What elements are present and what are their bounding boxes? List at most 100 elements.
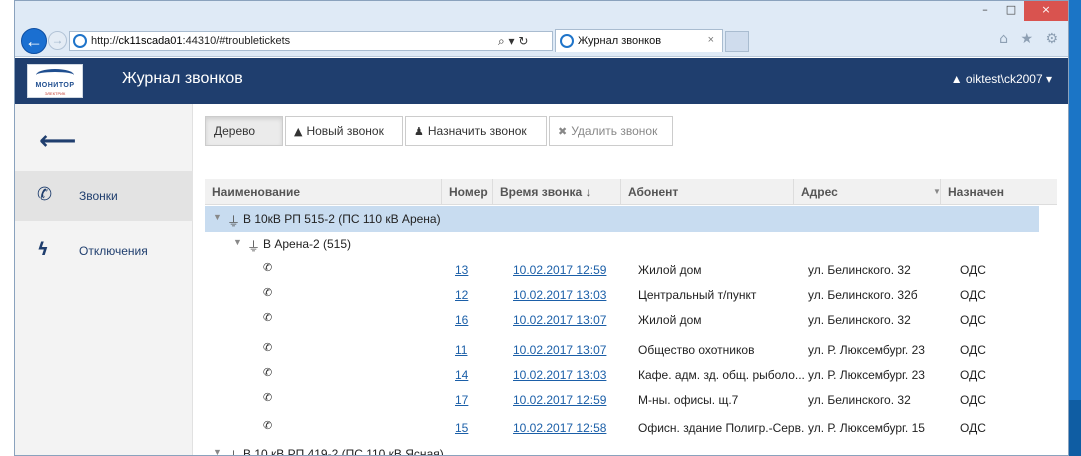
- arrow-left-icon[interactable]: ⟵: [39, 126, 76, 156]
- table-row[interactable]: ✆ 11 10.02.2017 13:07 Общество охотников…: [205, 339, 1039, 363]
- table-row[interactable]: ✆ 17 10.02.2017 12:59 М-ны. офисы. щ.7 у…: [205, 389, 1039, 413]
- new-call-button[interactable]: ▲ Новый звонок: [285, 116, 403, 146]
- call-number-link[interactable]: 13: [455, 263, 468, 277]
- call-number-link[interactable]: 15: [455, 421, 468, 435]
- call-number-link[interactable]: 12: [455, 288, 468, 302]
- logo: МОНИТОР ЭЛЕКТРИК: [27, 64, 83, 98]
- browser-chrome: – □ × ← → http://ck11scada01:44310/#trou…: [15, 1, 1068, 57]
- address-cell: ул. Белинского. 32: [808, 263, 911, 277]
- column-assigned[interactable]: Назначен: [940, 179, 1057, 205]
- minimize-button[interactable]: –: [972, 1, 998, 21]
- user-name: oiktest\ck2007: [965, 72, 1043, 86]
- call-time-link[interactable]: 10.02.2017 13:03: [513, 368, 606, 382]
- call-time-link[interactable]: 10.02.2017 12:59: [513, 393, 606, 407]
- address-cell: ул. Белинского. 32б: [808, 288, 918, 302]
- assigned-cell: ОДС: [960, 343, 986, 357]
- phone-icon: ✆: [263, 261, 273, 274]
- assigned-cell: ОДС: [960, 393, 986, 407]
- assigned-cell: ОДС: [960, 368, 986, 382]
- column-number[interactable]: Номер: [441, 179, 492, 205]
- sidebar-item-label: Отключения: [79, 244, 148, 258]
- new-tab-button[interactable]: [725, 31, 749, 52]
- delete-call-button[interactable]: ✖ Удалить звонок: [549, 116, 673, 146]
- call-time-link[interactable]: 10.02.2017 12:58: [513, 421, 606, 435]
- phone-icon: ✆: [37, 184, 53, 205]
- call-number-link[interactable]: 16: [455, 313, 468, 327]
- call-time-link[interactable]: 10.02.2017 13:03: [513, 288, 606, 302]
- sidebar-item-label: Звонки: [79, 189, 118, 203]
- tree-row-group[interactable]: ▼ ⏚ В 10кВ РП 515-2 (ПС 110 кВ Арена): [205, 206, 1039, 232]
- address-cell: ул. Р. Люксембург. 15: [808, 421, 925, 435]
- maximize-button[interactable]: □: [998, 1, 1024, 21]
- address-cell: ул. Р. Люксембург. 23: [808, 343, 925, 357]
- logo-text: МОНИТОР: [35, 82, 75, 89]
- address-cell: ул. Р. Люксембург. 23: [808, 368, 925, 382]
- expand-triangle-icon[interactable]: ▼: [233, 237, 242, 247]
- close-icon: ✖: [558, 125, 568, 138]
- tree-row-subgroup[interactable]: ▼ ⏚ В Арена-2 (515): [205, 232, 1039, 255]
- column-name[interactable]: Наименование: [205, 179, 441, 205]
- tree-row-label: В 10 кВ РП 419-2 (ПС 110 кВ Ясная): [243, 447, 444, 456]
- expand-triangle-icon[interactable]: ▼: [213, 212, 222, 222]
- table-header: Наименование Номер Время звонка ↓ Абонен…: [205, 179, 1057, 205]
- subscriber-cell: Кафе. адм. зд. общ. рыболо...: [638, 368, 805, 382]
- phone-icon: ✆: [263, 419, 273, 432]
- address-text: http://ck11scada01:44310/#troubletickets: [91, 35, 291, 47]
- subscriber-cell: Общество охотников: [638, 343, 755, 357]
- new-call-label: Новый звонок: [306, 124, 384, 138]
- table-row[interactable]: ✆ 14 10.02.2017 13:03 Кафе. адм. зд. общ…: [205, 364, 1039, 388]
- address-cell: ул. Белинского. 32: [808, 393, 911, 407]
- assigned-cell: ОДС: [960, 263, 986, 277]
- table-row[interactable]: ✆ 15 10.02.2017 12:58 Офисн. здание Поли…: [205, 417, 1039, 441]
- subscriber-cell: Центральный т/пункт: [638, 288, 757, 302]
- assign-call-button[interactable]: ♟ Назначить звонок: [405, 116, 547, 146]
- tab-site-icon: [560, 34, 574, 48]
- back-button[interactable]: ←: [21, 28, 47, 54]
- call-number-link[interactable]: 14: [455, 368, 468, 382]
- call-time-link[interactable]: 10.02.2017 13:07: [513, 313, 606, 327]
- call-time-link[interactable]: 10.02.2017 12:59: [513, 263, 606, 277]
- tree-button-label: Дерево: [214, 124, 256, 138]
- subscriber-cell: Жилой дом: [638, 313, 702, 327]
- expand-triangle-icon[interactable]: ▼: [213, 447, 222, 455]
- logo-wave: [36, 69, 74, 81]
- assigned-cell: ОДС: [960, 421, 986, 435]
- subscriber-cell: М-ны. офисы. щ.7: [638, 393, 739, 407]
- sidebar-item-outages[interactable]: ϟ Отключения: [15, 226, 193, 276]
- switch-icon: ⏚: [227, 215, 241, 230]
- desktop-background-edge: [1068, 400, 1081, 456]
- assigned-cell: ОДС: [960, 288, 986, 302]
- address-bar[interactable]: http://ck11scada01:44310/#troubletickets…: [69, 31, 553, 51]
- column-subscriber[interactable]: Абонент: [620, 179, 793, 205]
- address-cell: ул. Белинского. 32: [808, 313, 911, 327]
- call-time-link[interactable]: 10.02.2017 13:07: [513, 343, 606, 357]
- table-row[interactable]: ✆ 13 10.02.2017 12:59 Жилой дом ул. Бели…: [205, 259, 1039, 283]
- bell-icon: ▲: [294, 125, 303, 138]
- switch-icon: ⏚: [227, 446, 240, 455]
- caret-down-icon: ▾: [1042, 72, 1052, 86]
- tree-button[interactable]: Дерево: [205, 116, 283, 146]
- call-number-link[interactable]: 17: [455, 393, 468, 407]
- address-tools[interactable]: ⌕ ▾ ↻: [498, 34, 528, 49]
- call-number-link[interactable]: 11: [455, 343, 467, 357]
- sidebar-item-calls[interactable]: ✆ Звонки: [15, 171, 193, 221]
- tab-close-button[interactable]: ×: [708, 34, 714, 46]
- tree-row-label: В 10кВ РП 515-2 (ПС 110 кВ Арена): [243, 212, 441, 226]
- browser-tab[interactable]: Журнал звонков ×: [555, 29, 723, 52]
- add-user-icon: ♟: [414, 125, 424, 138]
- forward-button[interactable]: →: [48, 31, 67, 50]
- user-icon: ▲: [950, 72, 966, 86]
- column-call-time[interactable]: Время звонка ↓: [492, 179, 620, 205]
- browser-toolbar-icons[interactable]: ⌂ ★ ⚙: [999, 31, 1062, 47]
- table-row[interactable]: ✆ 16 10.02.2017 13:07 Жилой дом ул. Бели…: [205, 309, 1039, 333]
- column-address[interactable]: Адрес: [793, 179, 940, 205]
- phone-icon: ✆: [263, 341, 273, 354]
- tree-row-label: В Арена-2 (515): [263, 237, 352, 251]
- tree-row-group[interactable]: ▼ ⏚ В 10 кВ РП 419-2 (ПС 110 кВ Ясная): [205, 443, 1039, 456]
- phone-icon: ✆: [263, 286, 273, 299]
- user-menu[interactable]: ▲ oiktest\ck2007 ▾: [951, 72, 1052, 86]
- table-row[interactable]: ✆ 12 10.02.2017 13:03 Центральный т/пунк…: [205, 284, 1039, 308]
- close-window-button[interactable]: ×: [1024, 1, 1068, 21]
- tab-title: Журнал звонков: [578, 35, 662, 47]
- page-title: Журнал звонков: [122, 70, 243, 87]
